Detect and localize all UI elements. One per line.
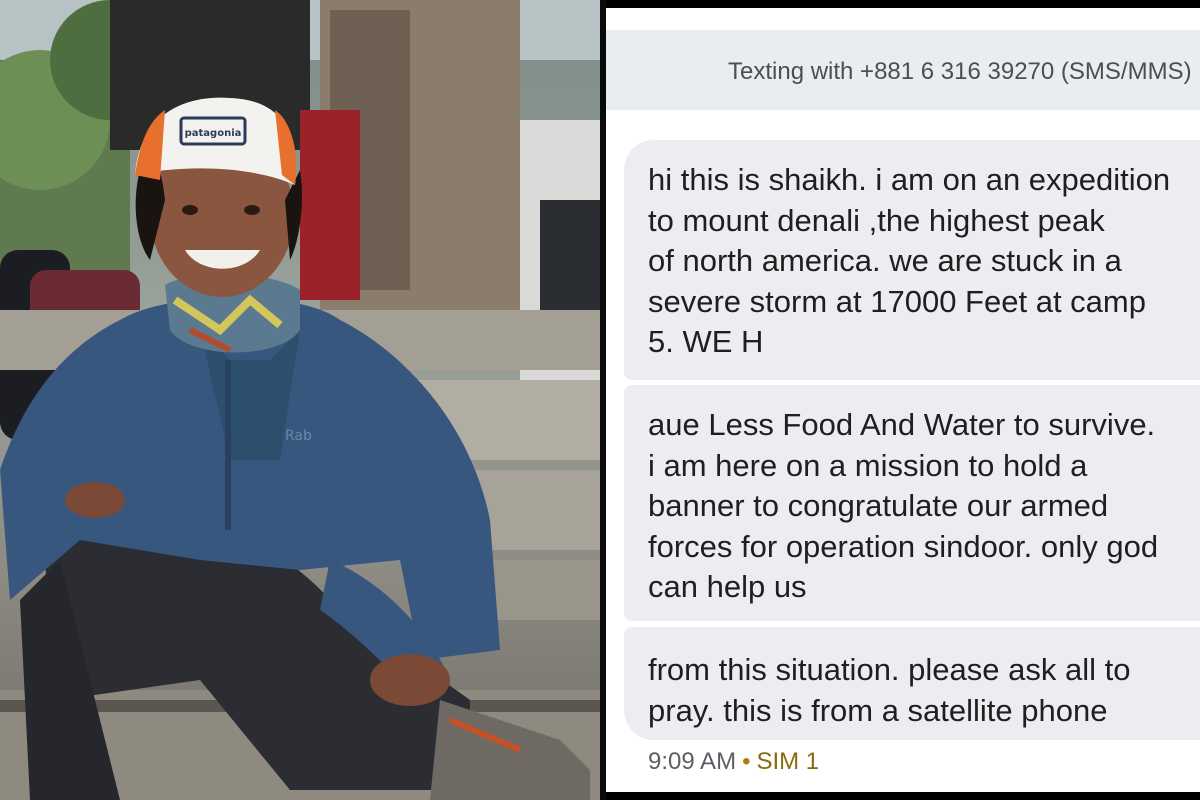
message-line: can help us [648, 569, 807, 604]
message-line: severe storm at 17000 Feet at camp [648, 283, 1146, 319]
sms-conversation: Texting with +881 6 316 39270 (SMS/MMS) … [606, 0, 1200, 800]
message-line: 5. WE H [648, 324, 764, 359]
hiker-photo: Rab patagonia [0, 0, 600, 800]
message-line: pray. this is from a satellite phone [648, 692, 1108, 728]
message-line: of north america. we are stuck in a [648, 243, 1122, 278]
message-line: i am here on a mission to hold a [648, 447, 1088, 483]
message-bubble[interactable]: hi this is shaikh. i am on an expedition… [624, 140, 1200, 380]
sim-label: SIM 1 [756, 748, 820, 775]
message-bubble[interactable]: aue Less Food And Water to survive. i am… [624, 385, 1200, 621]
top-border [606, 0, 1200, 8]
bottom-border [606, 792, 1200, 800]
message-line: from this situation. please ask all to [648, 652, 1131, 687]
message-line: banner to congratulate our armed [648, 488, 1109, 523]
cap-logo: patagonia [185, 128, 242, 139]
message-line: forces for operation sindoor. only god [648, 528, 1159, 564]
message-line: to mount denali ,the highest peak [648, 202, 1105, 238]
meta-separator: • [742, 748, 751, 775]
jacket-logo: Rab [285, 428, 312, 444]
message-bubble[interactable]: from this situation. please ask all to p… [624, 627, 1200, 740]
hiker-photo-illustration: Rab patagonia [0, 0, 600, 800]
message-timestamp: 9:09 AM [648, 748, 737, 775]
conversation-title: Texting with +881 6 316 39270 (SMS/MMS) [728, 58, 1192, 85]
message-line: aue Less Food And Water to survive. [648, 407, 1156, 442]
message-meta: 9:09 AM • SIM 1 [648, 748, 819, 776]
message-line: hi this is shaikh. i am on an expedition [648, 162, 1171, 197]
